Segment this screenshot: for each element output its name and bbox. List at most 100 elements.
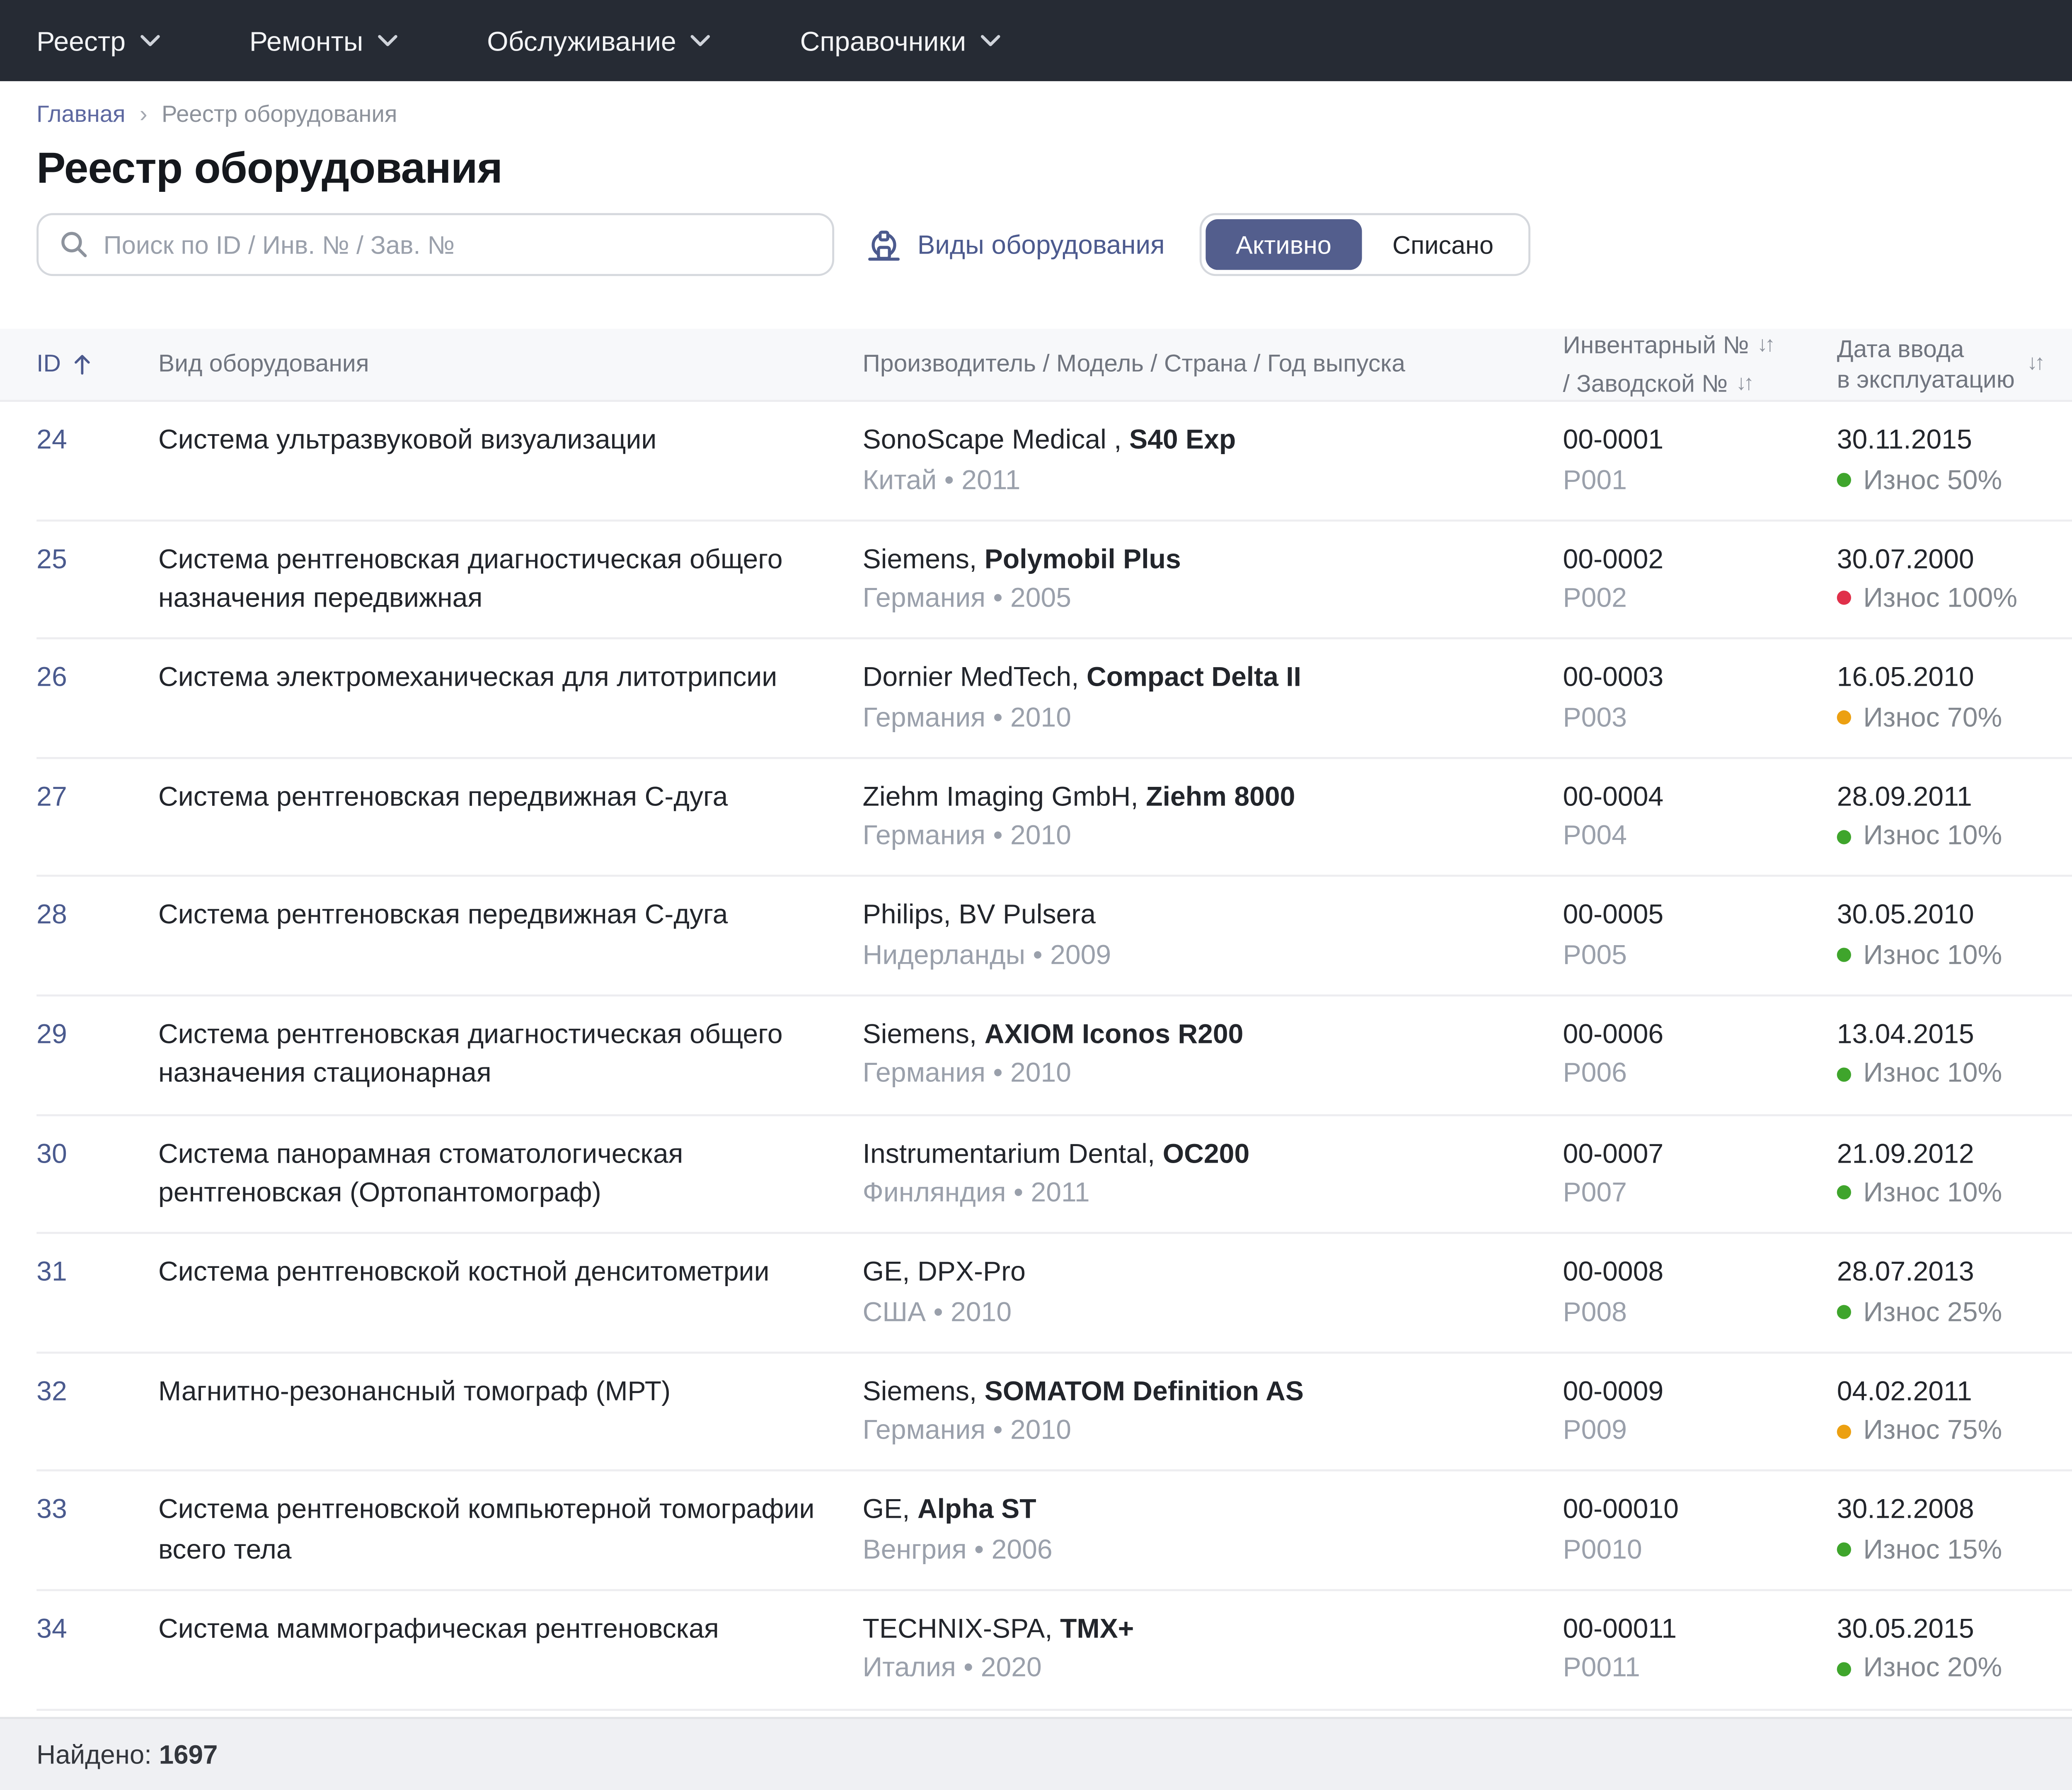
row-manufacturer: Siemens, — [863, 1019, 977, 1049]
row-model: S40 Exp — [1129, 424, 1236, 455]
row-inventory-number: 00-00011 — [1563, 1609, 1808, 1649]
table-row[interactable]: 31 Система рентгеновской костной денсито… — [36, 1234, 2072, 1353]
row-wear: Износ 15% — [1837, 1530, 2046, 1570]
row-manufacturer: Instrumentarium Dental, — [863, 1138, 1155, 1168]
table-row[interactable]: 30 Система панорамная стоматологическая … — [36, 1115, 2072, 1234]
table-row[interactable]: 33 Система рентгеновской компьютерной то… — [36, 1472, 2072, 1591]
row-id[interactable]: 31 — [36, 1253, 158, 1351]
row-manufacturer: Siemens, — [863, 543, 977, 573]
row-serial-number: Р001 — [1563, 460, 1808, 499]
row-country-year: Финляндия • 2011 — [863, 1173, 1535, 1213]
tab-written-off[interactable]: Списано — [1362, 219, 1524, 270]
row-model: AXIOM Iconos R200 — [985, 1019, 1244, 1049]
row-date-cell: 16.05.2010 Износ 70% — [1837, 658, 2072, 757]
equipment-types-link[interactable]: Виды оборудования — [867, 228, 1164, 261]
row-commissioning-date: 30.05.2015 — [1837, 1609, 2046, 1649]
row-wear-label: Износ 25% — [1863, 1292, 2002, 1332]
row-serial-number: Р002 — [1563, 578, 1808, 618]
row-serial-number: Р005 — [1563, 935, 1808, 975]
row-commissioning-date: 13.04.2015 — [1837, 1015, 2046, 1055]
top-navbar: Реестр Ремонты Обслуживание Справочники — [0, 0, 2072, 81]
table-row[interactable]: 24 Система ультразвуковой визуализации S… — [36, 402, 2072, 521]
row-id[interactable]: 34 — [36, 1609, 158, 1708]
row-manufacturer-cell: GE, DPX-Pro США • 2010 — [863, 1253, 1563, 1351]
breadcrumb: Главная › Реестр оборудования — [0, 81, 2072, 128]
main-menu: Реестр Ремонты Обслуживание Справочники — [36, 25, 1000, 56]
wear-indicator-dot — [1837, 1186, 1851, 1200]
row-manufacturer-cell: Siemens, Polymobil Plus Германия • 2005 — [863, 539, 1563, 638]
date-header-line2: в эксплуатацию — [1837, 364, 2015, 394]
row-date-cell: 21.09.2012 Износ 10% — [1837, 1134, 2072, 1232]
menu-item-directories[interactable]: Справочники — [800, 25, 1001, 56]
page-title: Реестр оборудования — [36, 143, 502, 194]
row-serial-number: Р0010 — [1563, 1530, 1808, 1570]
row-equipment-type: Система электромеханическая для литотрип… — [158, 658, 863, 757]
row-wear-label: Износ 75% — [1863, 1411, 2002, 1451]
row-id[interactable]: 33 — [36, 1490, 158, 1589]
row-date-cell: 04.02.2011 Износ 75% — [1837, 1372, 2072, 1470]
row-commissioning-date: 28.07.2013 — [1837, 1253, 2046, 1292]
table-row[interactable]: 26 Система электромеханическая для литот… — [36, 640, 2072, 759]
table-row[interactable]: 32 Магнитно-резонансный томограф (МРТ) S… — [36, 1353, 2072, 1472]
column-header-id[interactable]: ID — [36, 350, 158, 379]
row-commissioning-date: 28.09.2011 — [1837, 777, 2046, 817]
row-serial-number: Р007 — [1563, 1173, 1808, 1213]
table-row[interactable]: 28 Система рентгеновская передвижная С-д… — [36, 878, 2072, 997]
row-date-cell: 30.07.2000 Износ 100% — [1837, 539, 2072, 638]
results-count: Найдено: 1697 — [36, 1739, 218, 1770]
row-manufacturer: Dornier MedTech, — [863, 662, 1079, 692]
row-serial-number: Р006 — [1563, 1054, 1808, 1094]
row-model: DPX-Pro — [917, 1257, 1026, 1287]
row-country-year: США • 2010 — [863, 1292, 1535, 1332]
row-country-year: Германия • 2010 — [863, 1411, 1535, 1451]
row-commissioning-date: 30.12.2008 — [1837, 1490, 2046, 1530]
table-row[interactable]: 25 Система рентгеновская диагностическая… — [36, 521, 2072, 640]
row-wear: Износ 10% — [1837, 1054, 2046, 1094]
row-equipment-type: Система рентгеновская передвижная С-дуга — [158, 777, 863, 876]
chevron-down-icon — [980, 34, 1001, 46]
row-id[interactable]: 24 — [36, 420, 158, 519]
row-manufacturer: Ziehm Imaging GmbH, — [863, 781, 1138, 811]
menu-item-registry[interactable]: Реестр — [36, 25, 160, 56]
row-country-year: Германия • 2005 — [863, 578, 1535, 618]
table-row[interactable]: 29 Система рентгеновская диагностическая… — [36, 997, 2072, 1115]
row-id[interactable]: 32 — [36, 1372, 158, 1470]
row-date-cell: 30.05.2010 Износ 10% — [1837, 896, 2072, 994]
wear-indicator-dot — [1837, 591, 1851, 605]
column-header-inventory[interactable]: Инвентарный №↓↑ / Заводской №↓↑ — [1563, 331, 1837, 398]
menu-item-repairs[interactable]: Ремонты — [249, 25, 398, 56]
table-row[interactable]: 34 Система маммографическая рентгеновска… — [36, 1591, 2072, 1710]
row-equipment-type: Система панорамная стоматологическая рен… — [158, 1134, 863, 1232]
row-wear-label: Износ 50% — [1863, 460, 2002, 499]
row-inventory-cell: 00-0008 Р008 — [1563, 1253, 1837, 1351]
row-id[interactable]: 28 — [36, 896, 158, 994]
menu-item-label: Обслуживание — [487, 25, 676, 56]
menu-item-label: Ремонты — [249, 25, 363, 56]
row-equipment-type: Система ультразвуковой визуализации — [158, 420, 863, 519]
search-icon — [59, 229, 89, 259]
row-manufacturer-cell: Dornier MedTech, Compact Delta II Герман… — [863, 658, 1563, 757]
search-input[interactable] — [104, 230, 812, 259]
row-id[interactable]: 26 — [36, 658, 158, 757]
row-id[interactable]: 29 — [36, 1015, 158, 1113]
menu-item-label: Справочники — [800, 25, 966, 56]
row-wear-label: Износ 10% — [1863, 816, 2002, 856]
breadcrumb-home-link[interactable]: Главная — [36, 104, 125, 128]
row-date-cell: 30.11.2015 Износ 50% — [1837, 420, 2072, 519]
row-inventory-cell: 00-00011 Р0011 — [1563, 1609, 1837, 1708]
column-header-date[interactable]: Дата ввода в эксплуатацию ↓↑ — [1837, 335, 2072, 394]
row-equipment-type: Система рентгеновская передвижная С-дуга — [158, 896, 863, 994]
row-country-year: Германия • 2010 — [863, 816, 1535, 856]
tab-active[interactable]: Активно — [1205, 219, 1362, 270]
row-inventory-number: 00-0006 — [1563, 1015, 1808, 1055]
row-wear: Износ 10% — [1837, 1173, 2046, 1213]
search-box — [36, 213, 834, 276]
row-id[interactable]: 25 — [36, 539, 158, 638]
row-id[interactable]: 30 — [36, 1134, 158, 1232]
row-id[interactable]: 27 — [36, 777, 158, 876]
row-model: TMX+ — [1060, 1613, 1134, 1644]
menu-item-label: Реестр — [36, 25, 126, 56]
menu-item-maintenance[interactable]: Обслуживание — [487, 25, 711, 56]
row-country-year: Венгрия • 2006 — [863, 1530, 1535, 1570]
table-row[interactable]: 27 Система рентгеновская передвижная С-д… — [36, 759, 2072, 878]
